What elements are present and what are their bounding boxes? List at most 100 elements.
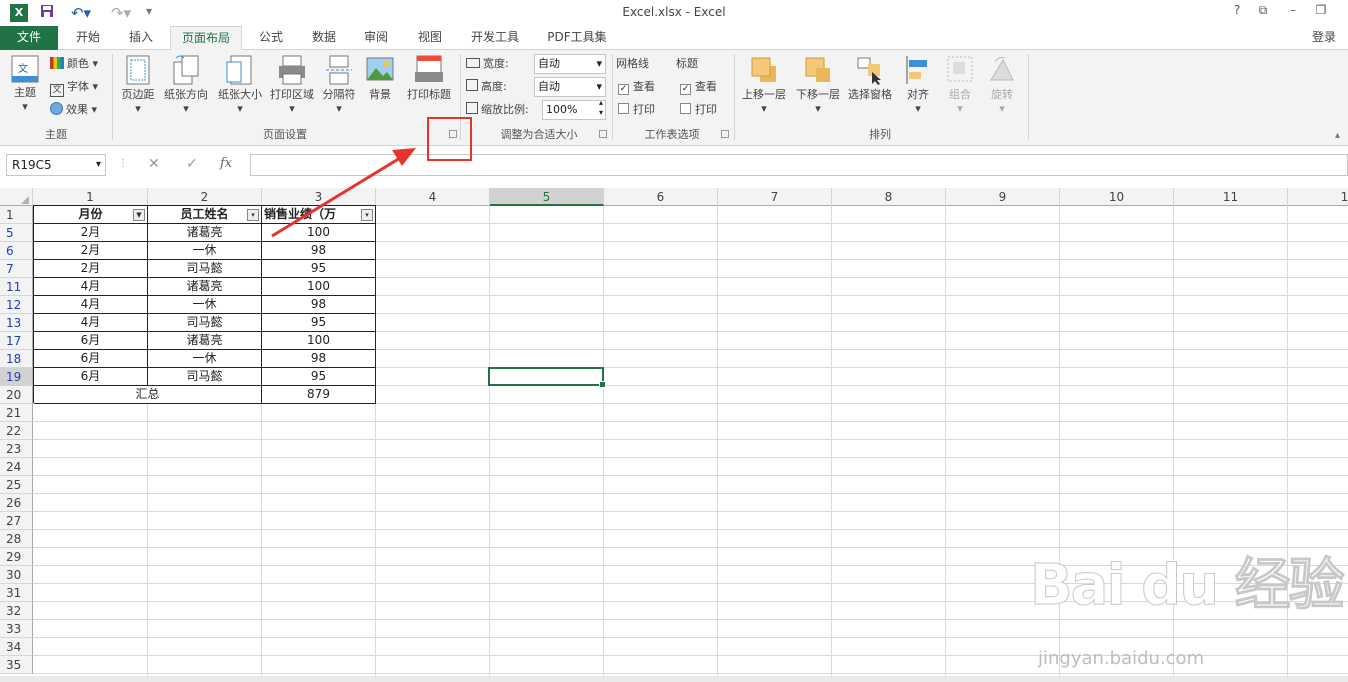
column-header[interactable]: 9 (946, 188, 1060, 206)
total-label-cell[interactable]: 汇总 (34, 386, 262, 404)
column-header[interactable]: 1 (33, 188, 148, 206)
row-header[interactable]: 27 (0, 512, 33, 530)
column-header[interactable]: 3 (262, 188, 376, 206)
table-cell[interactable]: 2月 (34, 260, 148, 278)
table-cell[interactable]: 98 (262, 350, 376, 368)
row-header-filtered[interactable]: 17 (0, 332, 33, 350)
table-header-cell[interactable]: 销售业绩（万 ▾ (262, 206, 376, 224)
table-cell[interactable]: 6月 (34, 350, 148, 368)
column-header[interactable]: 8 (832, 188, 946, 206)
ribbon-display-icon[interactable]: ⧉ (1252, 3, 1274, 21)
row-header[interactable]: 31 (0, 584, 33, 602)
row-header-filtered[interactable]: 12 (0, 296, 33, 314)
column-header[interactable]: 10 (1060, 188, 1174, 206)
headings-print-checkbox[interactable]: 打印 (680, 100, 717, 120)
tab-developer[interactable]: 开发工具 (462, 26, 528, 50)
name-box[interactable]: R19C5 ▾ (6, 154, 106, 176)
table-header-cell[interactable]: 员工姓名 ▾ (148, 206, 262, 224)
tab-review[interactable]: 审阅 (352, 26, 400, 50)
column-header[interactable]: 1 (1288, 188, 1348, 206)
row-header[interactable]: 20 (0, 386, 33, 404)
sheet-options-dialog-launcher-icon[interactable] (721, 130, 729, 138)
orientation-button[interactable]: 纸张方向 ▾ (160, 54, 212, 115)
column-header[interactable]: 2 (148, 188, 262, 206)
total-value-cell[interactable]: 879 (262, 386, 376, 404)
themes-button[interactable]: 文 主题 ▾ (6, 54, 44, 113)
scale-spinner[interactable]: 100% ▴ ▾ (542, 98, 606, 120)
select-all-corner[interactable] (0, 188, 33, 206)
collapse-ribbon-icon[interactable]: ▴ (1335, 130, 1340, 141)
tab-home[interactable]: 开始 (64, 26, 112, 50)
size-button[interactable]: 纸张大小 ▾ (214, 54, 266, 115)
table-cell[interactable]: 诸葛亮 (148, 332, 262, 350)
cancel-icon[interactable]: ✕ (148, 156, 160, 172)
table-cell[interactable]: 98 (262, 296, 376, 314)
height-select[interactable]: 自动 ▾ (534, 77, 606, 97)
table-cell[interactable]: 4月 (34, 314, 148, 332)
minimize-icon[interactable]: – (1282, 3, 1304, 21)
row-header[interactable]: 30 (0, 566, 33, 584)
table-cell[interactable]: 95 (262, 314, 376, 332)
tab-pdf-tools[interactable]: PDF工具集 (540, 26, 614, 50)
table-cell[interactable]: 95 (262, 260, 376, 278)
table-cell[interactable]: 诸葛亮 (148, 224, 262, 242)
insert-function-icon[interactable]: fx (220, 156, 232, 171)
tab-insert[interactable]: 插入 (116, 26, 166, 50)
row-header-filtered[interactable]: 18 (0, 350, 33, 368)
restore-icon[interactable]: ❐ (1310, 3, 1332, 21)
gridlines-view-checkbox[interactable]: ✓ 查看 (618, 77, 655, 97)
tab-formulas[interactable]: 公式 (248, 26, 294, 50)
column-header[interactable]: 7 (718, 188, 832, 206)
active-cell-selection[interactable] (488, 367, 606, 388)
table-cell[interactable]: 4月 (34, 296, 148, 314)
headings-view-checkbox[interactable]: ✓ 查看 (680, 77, 717, 97)
print-titles-button[interactable]: 打印标题 (402, 54, 456, 102)
column-header[interactable]: 6 (604, 188, 718, 206)
tab-file[interactable]: 文件 (0, 26, 58, 50)
width-select[interactable]: 自动 ▾ (534, 54, 606, 74)
selection-pane-button[interactable]: 选择窗格 (844, 54, 896, 102)
theme-colors-button[interactable]: 颜色 ▾ (50, 54, 98, 74)
table-cell[interactable]: 一休 (148, 350, 262, 368)
help-button[interactable]: ? (1226, 3, 1248, 21)
table-cell[interactable]: 一休 (148, 242, 262, 260)
table-cell[interactable]: 95 (262, 368, 376, 386)
table-cell[interactable]: 6月 (34, 332, 148, 350)
table-cell[interactable]: 2月 (34, 224, 148, 242)
table-cell[interactable]: 100 (262, 224, 376, 242)
enter-icon[interactable]: ✓ (186, 156, 198, 172)
row-header[interactable]: 24 (0, 458, 33, 476)
background-button[interactable]: 背景 (362, 54, 398, 102)
row-header[interactable]: 1 (0, 206, 33, 224)
row-header[interactable]: 29 (0, 548, 33, 566)
table-cell[interactable]: 诸葛亮 (148, 278, 262, 296)
send-backward-button[interactable]: 下移一层 ▾ (792, 54, 844, 115)
theme-effects-button[interactable]: 效果 ▾ (50, 100, 97, 120)
login-link[interactable]: 登录 (1312, 28, 1336, 45)
align-button[interactable]: 对齐 ▾ (900, 54, 936, 115)
row-header-filtered[interactable]: 6 (0, 242, 33, 260)
bring-forward-button[interactable]: 上移一层 ▾ (738, 54, 790, 115)
row-header[interactable]: 34 (0, 638, 33, 656)
table-cell[interactable]: 司马懿 (148, 314, 262, 332)
table-cell[interactable]: 100 (262, 332, 376, 350)
row-header-filtered[interactable]: 7 (0, 260, 33, 278)
column-header[interactable]: 4 (376, 188, 490, 206)
gridlines-print-checkbox[interactable]: 打印 (618, 100, 655, 120)
table-cell[interactable]: 98 (262, 242, 376, 260)
table-cell[interactable]: 6月 (34, 368, 148, 386)
row-header-filtered[interactable]: 11 (0, 278, 33, 296)
margins-button[interactable]: 页边距 ▾ (118, 54, 158, 115)
row-header-selected[interactable]: 19 (0, 368, 33, 386)
table-cell[interactable]: 司马懿 (148, 260, 262, 278)
row-header[interactable]: 23 (0, 440, 33, 458)
row-header[interactable]: 21 (0, 404, 33, 422)
row-header[interactable]: 33 (0, 620, 33, 638)
row-header[interactable]: 35 (0, 656, 33, 674)
table-header-cell[interactable]: 月份 ▼ (34, 206, 148, 224)
table-cell[interactable]: 100 (262, 278, 376, 296)
row-header-filtered[interactable]: 13 (0, 314, 33, 332)
table-cell[interactable]: 2月 (34, 242, 148, 260)
theme-fonts-button[interactable]: 文字体 ▾ (50, 77, 98, 97)
scale-dialog-launcher-icon[interactable] (599, 130, 607, 138)
